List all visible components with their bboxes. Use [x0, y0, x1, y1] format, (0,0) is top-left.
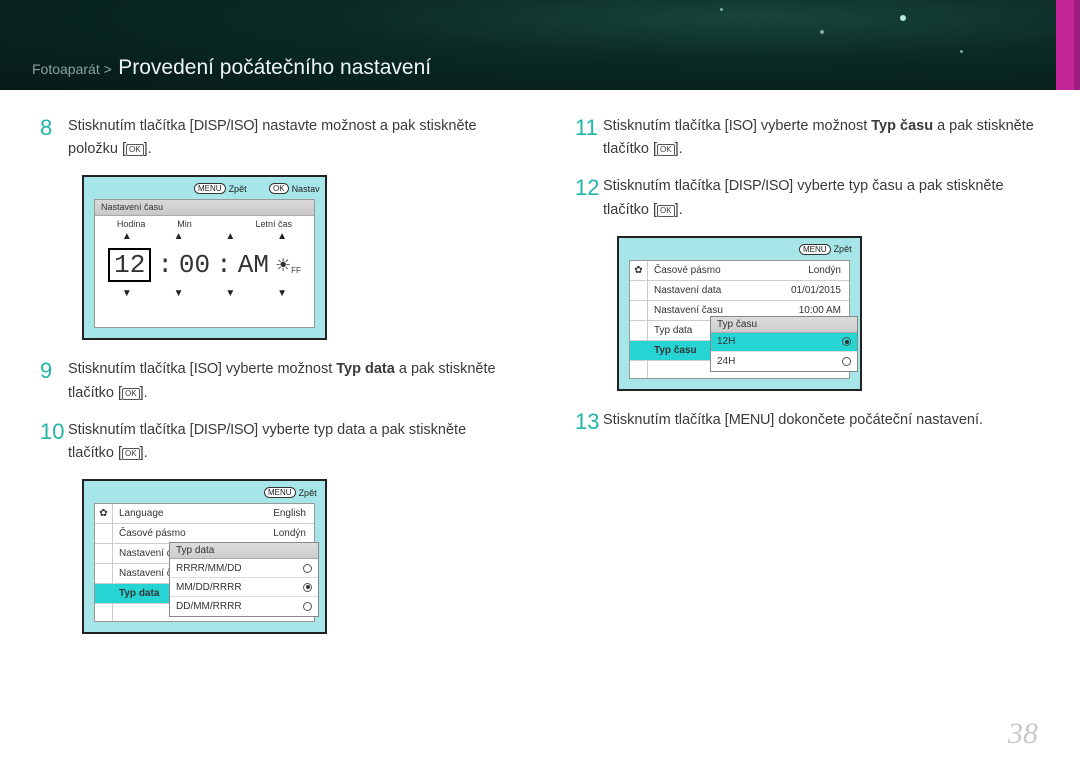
breadcrumb-section: Fotoaparát >: [32, 61, 112, 77]
menu-back-indicator: MENUZpět: [264, 487, 317, 498]
step-number: 11: [575, 115, 603, 141]
step-9: 9 Stisknutím tlačítka [ISO] vyberte možn…: [40, 358, 505, 404]
step-12: 12 Stisknutím tlačítka [DISP/ISO] vybert…: [575, 175, 1040, 221]
step-text: Stisknutím tlačítka [ISO] vyberte možnos…: [68, 358, 505, 404]
step-number: 8: [40, 115, 68, 141]
option-row[interactable]: 24H: [711, 352, 857, 371]
minute-value[interactable]: 00: [179, 250, 210, 280]
page-number: 38: [1008, 717, 1038, 751]
lcd-date-type: MENUZpět ✿ LanguageEnglish Časové pásmoL…: [82, 479, 327, 634]
option-row[interactable]: DD/MM/RRRR: [170, 597, 318, 616]
ok-icon: OK: [657, 205, 675, 217]
ampm-value[interactable]: AM: [238, 250, 269, 280]
hour-value[interactable]: 12: [108, 248, 151, 282]
step-11: 11 Stisknutím tlačítka [ISO] vyberte mož…: [575, 115, 1040, 161]
step-number: 12: [575, 175, 603, 201]
ok-icon: OK: [122, 388, 140, 400]
dst-off-icon[interactable]: ☀FF: [275, 255, 301, 276]
ok-icon: OK: [657, 144, 675, 156]
content-area: 8 Stisknutím tlačítka [DISP/ISO] nastavt…: [0, 90, 1080, 652]
step-text: Stisknutím tlačítka [ISO] vyberte možnos…: [603, 115, 1040, 161]
step-number: 9: [40, 358, 68, 384]
left-column: 8 Stisknutím tlačítka [DISP/ISO] nastavt…: [40, 115, 505, 652]
time-type-popup: Typ času 12H 24H: [710, 316, 858, 372]
radio-on-icon: [303, 583, 312, 592]
lcd-title: Nastavení času: [95, 200, 314, 216]
list-row[interactable]: Časové pásmoLondýn: [630, 261, 849, 281]
header-accent: [1056, 0, 1080, 90]
down-arrow-icon: ▼: [122, 288, 132, 299]
menu-back-indicator: MENUZpět: [194, 183, 247, 194]
page-header: Fotoaparát > Provedení počátečního nasta…: [0, 0, 1080, 90]
ok-icon: OK: [126, 144, 144, 156]
option-row[interactable]: RRRR/MM/DD: [170, 559, 318, 578]
list-row[interactable]: LanguageEnglish: [95, 504, 314, 524]
date-type-popup: Typ data RRRR/MM/DD MM/DD/RRRR DD/MM/RRR…: [169, 542, 319, 617]
menu-back-indicator: MENUZpět: [799, 244, 852, 255]
step-text: Stisknutím tlačítka [DISP/ISO] vyberte t…: [603, 175, 1040, 221]
step-text: Stisknutím tlačítka [MENU] dokončete poč…: [603, 409, 983, 432]
step-number: 13: [575, 409, 603, 435]
lcd-time-setting: MENUZpět OKNastav Nastavení času HodinaM…: [82, 175, 327, 340]
up-arrow-icon: ▲: [122, 231, 132, 242]
ok-set-indicator: OKNastav: [269, 183, 320, 194]
right-column: 11 Stisknutím tlačítka [ISO] vyberte mož…: [575, 115, 1040, 652]
option-row[interactable]: MM/DD/RRRR: [170, 578, 318, 597]
step-number: 10: [40, 419, 68, 445]
radio-on-icon: [842, 337, 851, 346]
step-text: Stisknutím tlačítka [DISP/ISO] nastavte …: [68, 115, 505, 161]
list-row[interactable]: Nastavení data01/01/2015: [630, 281, 849, 301]
step-10: 10 Stisknutím tlačítka [DISP/ISO] vybert…: [40, 419, 505, 465]
step-13: 13 Stisknutím tlačítka [MENU] dokončete …: [575, 409, 1040, 435]
page-title: Provedení počátečního nastavení: [118, 56, 431, 79]
list-row[interactable]: Časové pásmoLondýn: [95, 524, 314, 544]
step-text: Stisknutím tlačítka [DISP/ISO] vyberte t…: [68, 419, 505, 465]
option-row[interactable]: 12H: [711, 333, 857, 352]
lcd-time-type: MENUZpět ✿ Časové pásmoLondýn Nastavení …: [617, 236, 862, 391]
ok-icon: OK: [122, 448, 140, 460]
step-8: 8 Stisknutím tlačítka [DISP/ISO] nastavt…: [40, 115, 505, 161]
